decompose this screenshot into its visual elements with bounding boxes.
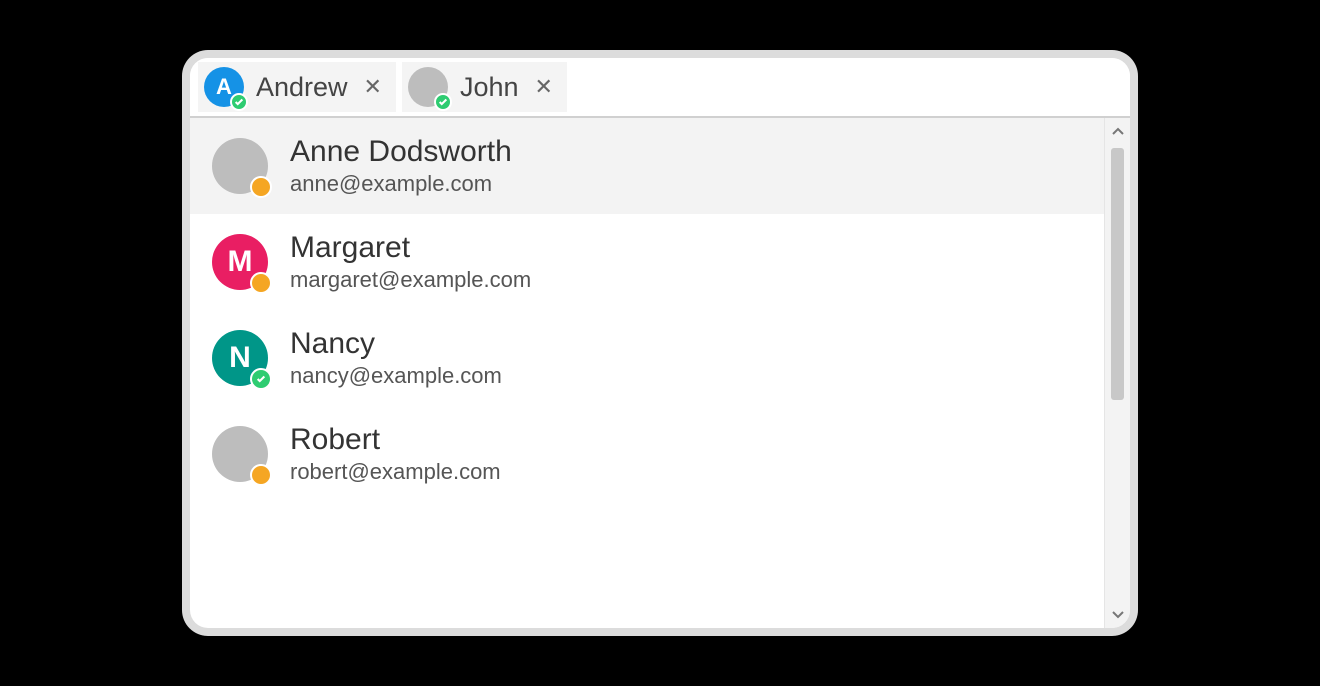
list-item[interactable]: Robert robert@example.com: [190, 406, 1104, 502]
status-away-icon: [250, 464, 272, 486]
token-label: John: [460, 72, 519, 103]
avatar-andrew: A: [204, 67, 244, 107]
scroll-up-icon[interactable]: [1105, 118, 1130, 144]
contact-info: Nancy nancy@example.com: [290, 327, 502, 389]
suggestion-list: Anne Dodsworth anne@example.com M Margar…: [190, 118, 1104, 628]
avatar: [212, 138, 268, 194]
list-area: Anne Dodsworth anne@example.com M Margar…: [190, 118, 1130, 628]
contact-info: Anne Dodsworth anne@example.com: [290, 135, 512, 197]
token-bar[interactable]: A Andrew ✕ John ✕: [190, 58, 1130, 118]
contact-email: margaret@example.com: [290, 267, 531, 293]
avatar: M: [212, 234, 268, 290]
status-away-icon: [250, 176, 272, 198]
status-online-icon: [230, 93, 248, 111]
contact-email: anne@example.com: [290, 171, 512, 197]
contact-info: Margaret margaret@example.com: [290, 231, 531, 293]
contact-info: Robert robert@example.com: [290, 423, 501, 485]
contact-name: Anne Dodsworth: [290, 135, 512, 169]
token-andrew[interactable]: A Andrew ✕: [198, 62, 396, 112]
scroll-thumb[interactable]: [1111, 148, 1124, 400]
avatar: [212, 426, 268, 482]
status-online-icon: [434, 93, 452, 111]
avatar-john: [408, 67, 448, 107]
contact-email: robert@example.com: [290, 459, 501, 485]
contact-name: Nancy: [290, 327, 502, 361]
token-label: Andrew: [256, 72, 348, 103]
contact-picker-panel: A Andrew ✕ John ✕: [190, 58, 1130, 628]
list-item[interactable]: M Margaret margaret@example.com: [190, 214, 1104, 310]
status-away-icon: [250, 272, 272, 294]
status-online-icon: [250, 368, 272, 390]
list-item[interactable]: Anne Dodsworth anne@example.com: [190, 118, 1104, 214]
avatar: N: [212, 330, 268, 386]
token-john[interactable]: John ✕: [402, 62, 567, 112]
contact-name: Robert: [290, 423, 501, 457]
close-icon[interactable]: ✕: [360, 74, 386, 100]
scroll-down-icon[interactable]: [1105, 602, 1130, 628]
scrollbar[interactable]: [1104, 118, 1130, 628]
list-item[interactable]: N Nancy nancy@example.com: [190, 310, 1104, 406]
close-icon[interactable]: ✕: [531, 74, 557, 100]
contact-email: nancy@example.com: [290, 363, 502, 389]
scroll-track[interactable]: [1105, 144, 1130, 602]
contact-name: Margaret: [290, 231, 531, 265]
